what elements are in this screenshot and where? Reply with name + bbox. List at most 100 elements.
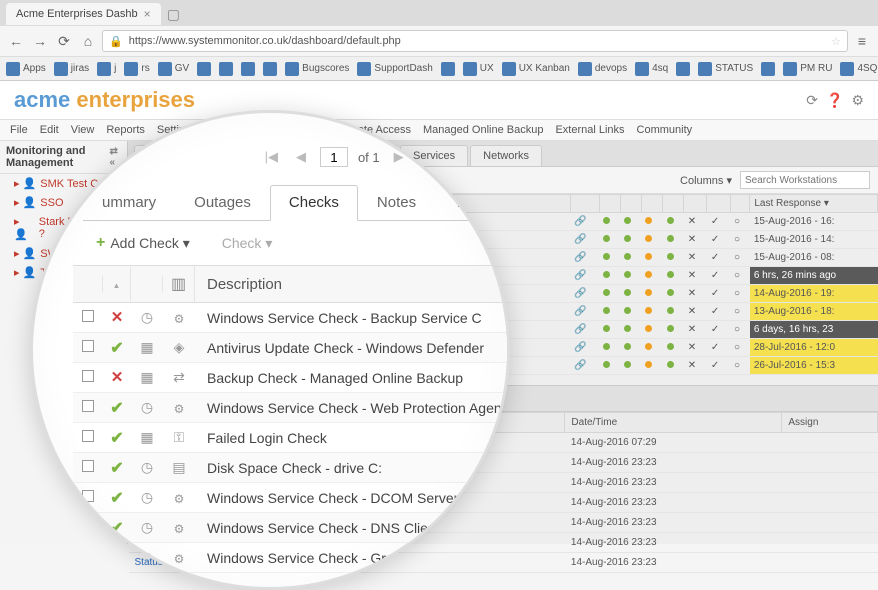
back-button[interactable]: ← xyxy=(6,31,26,51)
bookmark-item[interactable]: UX xyxy=(463,62,494,76)
checks-tab[interactable]: ummary xyxy=(83,185,175,220)
header-description-col[interactable]: Description xyxy=(195,268,507,301)
bookmark-item[interactable] xyxy=(197,62,211,76)
bookmark-item[interactable]: PM RU xyxy=(783,62,832,76)
row-checkbox[interactable] xyxy=(82,310,94,322)
row-checkbox[interactable] xyxy=(82,370,94,382)
checks-tab[interactable]: Notes xyxy=(358,185,435,220)
bookmark-item[interactable] xyxy=(263,62,277,76)
bookmark-item[interactable]: 4sq xyxy=(635,62,668,76)
check-row[interactable]: ✕Windows Service Check - Backup Service … xyxy=(73,303,507,333)
menu-item[interactable]: File xyxy=(10,124,28,136)
settings-icon[interactable]: ⚙ xyxy=(851,92,864,109)
bookmark-item[interactable]: STATUS xyxy=(698,62,753,76)
menu-item[interactable]: Managed Online Backup xyxy=(423,124,543,136)
ws-column-header[interactable]: Last Response ▾ xyxy=(750,195,878,213)
ws-column-header[interactable] xyxy=(707,195,730,213)
pager-first-icon[interactable]: |◀ xyxy=(261,149,282,165)
ws-column-header[interactable] xyxy=(620,195,641,213)
bookmark-item[interactable]: GV xyxy=(158,62,189,76)
status-ok-icon: ✔ xyxy=(110,460,123,477)
columns-button[interactable]: Columns ▾ xyxy=(680,174,732,187)
row-checkbox[interactable] xyxy=(82,550,94,562)
header-status-col[interactable] xyxy=(103,267,131,301)
refresh-icon[interactable]: ⟳ xyxy=(806,92,818,109)
ws-column-header[interactable] xyxy=(641,195,662,213)
help-icon[interactable]: ❓ xyxy=(826,92,843,109)
bookmark-item[interactable]: rs xyxy=(124,62,149,76)
pager-page-input[interactable] xyxy=(320,147,348,167)
menu-item[interactable]: External Links xyxy=(555,124,624,136)
menu-item[interactable]: Edit xyxy=(40,124,59,136)
bookmark-item[interactable]: jiras xyxy=(54,62,89,76)
search-input[interactable] xyxy=(740,171,870,189)
row-checkbox[interactable] xyxy=(82,340,94,352)
check-row[interactable]: ✔Windows Service Check - DCOM Server Pro… xyxy=(73,483,507,513)
check-row[interactable]: ✔ Antivirus Update Check - Windows Defend… xyxy=(73,333,507,363)
menu-item[interactable]: Community xyxy=(637,124,693,136)
browser-tab[interactable]: Acme Enterprises Dashb × xyxy=(6,3,161,25)
bookmark-item[interactable]: Apps xyxy=(6,62,46,76)
new-tab-button[interactable]: ▢ xyxy=(167,6,180,23)
menu-icon[interactable]: ≡ xyxy=(852,31,872,51)
bookmark-item[interactable]: UX Kanban xyxy=(502,62,570,76)
bookmark-item[interactable]: devops xyxy=(578,62,627,76)
ws-column-header[interactable] xyxy=(570,195,599,213)
detail-column-header[interactable]: Assign xyxy=(782,413,878,433)
menu-item[interactable]: View xyxy=(71,124,95,136)
home-button[interactable]: ⌂ xyxy=(78,31,98,51)
check-dropdown[interactable]: Check ▾ xyxy=(211,230,284,257)
bookmark-item[interactable]: 4SQ xyxy=(840,62,877,76)
ws-column-header[interactable] xyxy=(663,195,684,213)
reload-button[interactable]: ⟳ xyxy=(54,31,74,51)
row-checkbox[interactable] xyxy=(82,430,94,442)
ws-column-header[interactable] xyxy=(599,195,620,213)
header-type-col[interactable] xyxy=(163,266,195,302)
check-row[interactable]: ✔ Disk Space Check - drive C: xyxy=(73,453,507,483)
ws-column-header[interactable] xyxy=(684,195,707,213)
star-icon[interactable]: ☆ xyxy=(831,35,841,48)
ws-column-header[interactable] xyxy=(730,195,750,213)
check-description: Disk Space Check - drive C: xyxy=(195,460,507,476)
bookmark-item[interactable]: SupportDash xyxy=(357,62,432,76)
address-bar: ← → ⟳ ⌂ 🔒 https://www.systemmonitor.co.u… xyxy=(0,26,878,56)
row-checkbox[interactable] xyxy=(82,490,94,502)
row-checkbox[interactable] xyxy=(82,460,94,472)
bookmark-item[interactable] xyxy=(241,62,255,76)
menu-item[interactable]: Reports xyxy=(106,124,145,136)
disk-icon xyxy=(172,459,185,475)
checks-tab[interactable]: Checks xyxy=(270,185,358,221)
row-checkbox[interactable] xyxy=(82,400,94,412)
bookmark-item[interactable]: Bugscores xyxy=(285,62,349,76)
close-icon[interactable]: × xyxy=(144,7,151,21)
bookmark-item[interactable] xyxy=(761,62,775,76)
check-row[interactable]: ✕Backup Check - Managed Online Backup xyxy=(73,363,507,393)
checks-tab[interactable]: Outages xyxy=(175,185,270,220)
menu-bar: FileEditViewReportsSettingsMail Template… xyxy=(0,120,878,141)
bookmark-item[interactable] xyxy=(676,62,690,76)
browser-tab-bar: Acme Enterprises Dashb × ▢ xyxy=(0,0,878,26)
cal-icon xyxy=(140,369,153,385)
status-fail-icon: ✕ xyxy=(111,309,124,326)
pager-next-icon[interactable]: ▶ xyxy=(390,149,408,165)
gear-icon xyxy=(174,520,185,536)
forward-button[interactable]: → xyxy=(30,31,50,51)
bookmark-item[interactable]: j xyxy=(97,62,116,76)
clock-icon xyxy=(141,519,153,535)
check-description: Antivirus Update Check - Windows Defende… xyxy=(195,340,507,356)
status-ok-icon: ✔ xyxy=(110,340,123,357)
header-schedule-col[interactable] xyxy=(131,276,163,292)
url-input[interactable]: 🔒 https://www.systemmonitor.co.uk/dashbo… xyxy=(102,30,848,52)
view-tab[interactable]: Networks xyxy=(470,145,542,166)
bookmark-item[interactable] xyxy=(441,62,455,76)
bookmark-bar: Apps jirasjrs GV Bugscores SupportDash UX UX K… xyxy=(0,56,878,80)
detail-column-header[interactable]: Date/Time xyxy=(565,413,782,433)
clock-icon xyxy=(141,309,153,325)
add-check-button[interactable]: + Add Check ▾ xyxy=(85,229,201,257)
check-row[interactable]: ✔Windows Service Check - Web Protection … xyxy=(73,393,507,423)
plus-icon: + xyxy=(96,234,105,252)
check-row[interactable]: ✔Failed Login Check xyxy=(73,423,507,453)
status-ok-icon: ✔ xyxy=(110,430,123,447)
pager-prev-icon[interactable]: ◀ xyxy=(292,149,310,165)
bookmark-item[interactable] xyxy=(219,62,233,76)
